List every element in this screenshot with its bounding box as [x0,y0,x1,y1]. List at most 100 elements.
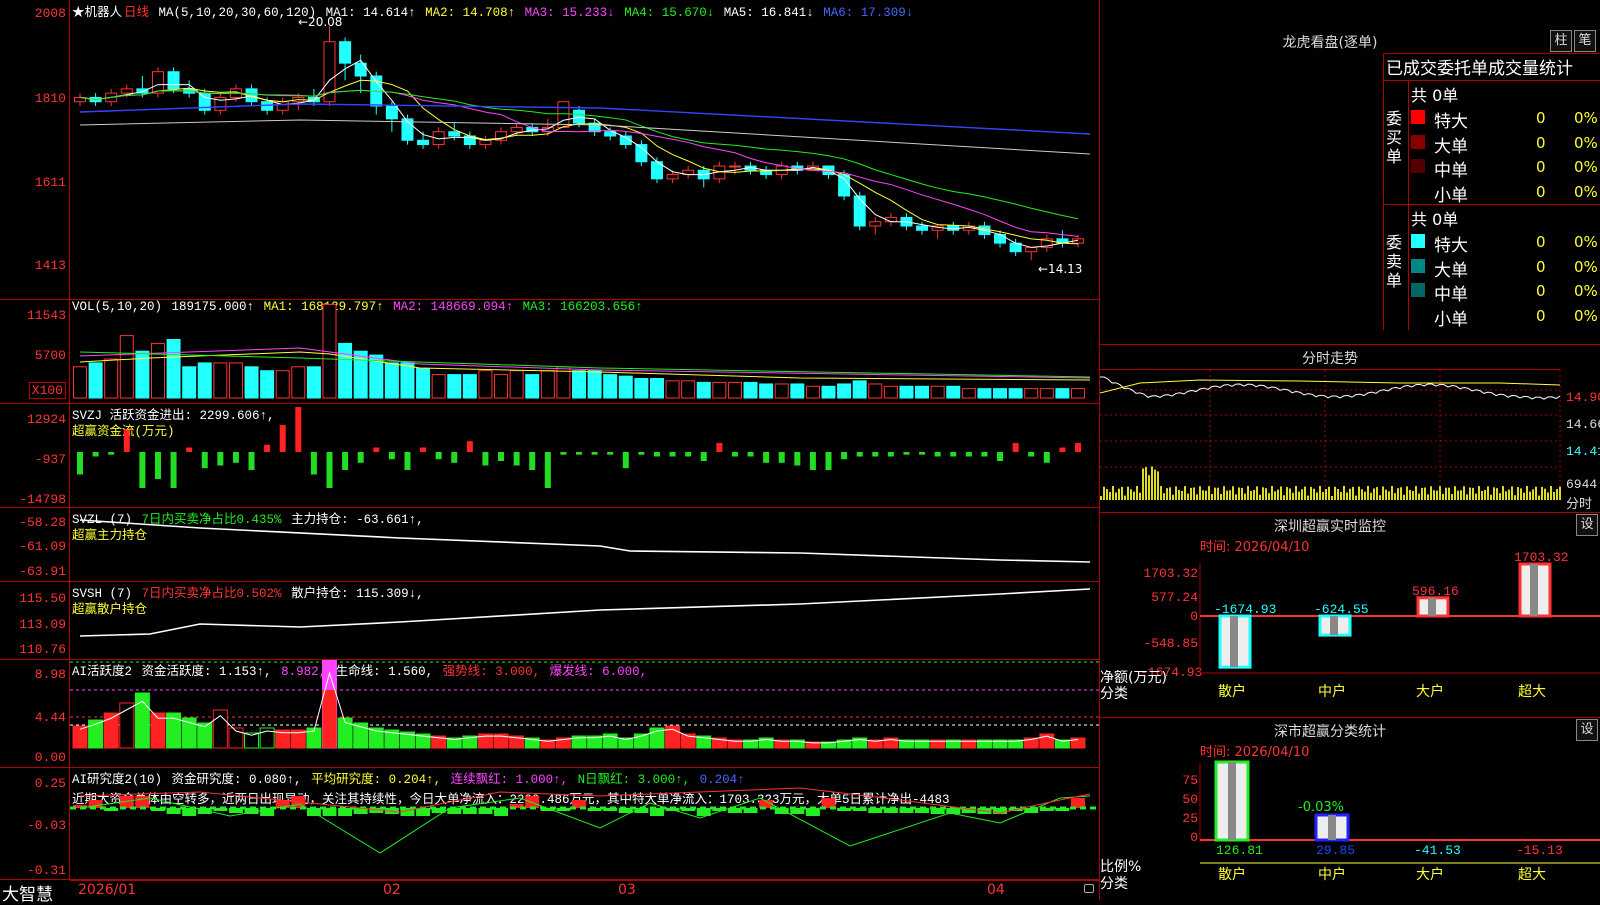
kline-chart[interactable] [0,0,1100,300]
flow-bar [841,452,848,460]
kline-panel[interactable]: 2008 1810 1611 1413 ★机器人 日线 MA(5,10,20,30… [0,0,1100,300]
brand-logo[interactable]: 大智慧 [2,880,53,905]
intraday-vol-bar [1268,493,1270,500]
volume-chart[interactable] [0,300,1100,404]
volume-bar [649,378,664,399]
volume-bar [1071,388,1085,399]
intraday-vol-bar [1337,488,1339,500]
right-panel: 龙虎看盘(逐单) 柱 笔 已成交委托单成交量统计 委买单 共 0单 特大 0 0% 大… [1100,0,1600,900]
svzl-line [79,519,1091,563]
sc-stat-section[interactable]: 深市超赢分类统计 设 时间: 2026/04/10 75 50 25 0 比例%… [1100,718,1600,900]
volume-bar [603,374,618,399]
flow-bar [77,452,83,475]
buy-row-count: 0 [1536,109,1546,127]
sell-row-count: 0 [1536,306,1546,325]
intraday-vol-bar [1367,486,1369,500]
intraday-vol-bar [1118,488,1120,500]
volume-bar [244,366,259,399]
flow-bar [139,452,146,488]
intraday-vol-bar [1421,487,1423,500]
flow-bar [482,452,489,466]
intraday-vol-bar [1514,495,1516,500]
flow-bar [731,452,738,457]
intraday-vol-bar [1436,490,1438,500]
svzj-chart[interactable] [0,404,1100,508]
volume-bar [821,385,836,399]
svsh-chart[interactable] [0,582,1100,660]
sell-row-pct: 0% [1574,282,1598,300]
intraday-vol-bar [1304,486,1306,500]
intraday-vol-bar [1115,492,1117,500]
buy-row-name: 中单 [1434,161,1468,181]
volume-bar [743,381,758,399]
intraday-vol-bar [1163,493,1165,500]
sell-side-label: 委卖单 [1386,233,1403,290]
sc-bar-chart[interactable]: 126.81 散户 29.85 中户 -41.53 大户 -15.13 超大 [1100,718,1600,900]
sz-bar-chart[interactable]: -1674.93 散户 -624.55 中户 596.16 大户 1703.32 超大 [1100,513,1600,718]
sz-monitor-section[interactable]: 深圳超赢实时监控 设 时间: 2026/04/10 1703.32 577.24… [1100,513,1600,718]
ai-activity-chart[interactable] [0,660,1100,768]
bar-mode-button[interactable]: 柱 [1550,30,1572,52]
candle-body [1025,246,1038,253]
volume-bar [977,388,992,399]
intraday-vol-bar [1355,495,1357,500]
sell-row-pct: 0% [1574,233,1598,251]
intraday-vol-bar [1172,494,1174,500]
intraday-vol-bar [1160,486,1162,500]
lock-icon[interactable] [1084,884,1094,893]
flow-bar [529,452,536,470]
intraday-vol-bar [1265,488,1267,500]
intraday-vol-bar [1280,486,1282,500]
ai-research-chart[interactable] [0,768,1100,880]
volume-bar [618,375,633,399]
intraday-vol-bar [1154,469,1156,500]
intraday-section[interactable]: 分时走势 14.90 14.66 14.41 6944 分时 [1100,345,1600,513]
volume-bar [213,362,228,399]
buy-row-name: 小单 [1434,185,1468,206]
volume-bar [634,378,649,399]
intraday-vol-bar [1358,486,1360,500]
volume-bar [946,385,961,399]
flow-bar [326,452,333,488]
svzj-panel[interactable]: 12924 -937 -14798 SVZJ 活跃资金进出: 2299.606↑… [0,404,1100,508]
volume-panel[interactable]: 11543 5700 X100 VOL(5,10,20) 189175.000↑… [0,300,1100,404]
volume-bar [993,388,1008,399]
sz-bar-shade [1428,597,1436,616]
intraday-vol-bar [1418,493,1420,500]
intraday-vol-bar [1241,487,1243,500]
x-label-feb: 02 [383,882,401,898]
flow-bar [560,452,567,455]
left-chart-area[interactable]: 2008 1810 1611 1413 ★机器人 日线 MA(5,10,20,30… [0,0,1100,905]
sc-category: 中户 [1318,866,1346,883]
svsh-panel[interactable]: 115.50 113.09 110.76 SVSH (7) 7日内买卖净占比0.… [0,582,1100,660]
intraday-vol-bar [1202,490,1204,500]
intraday-vol-bar [1517,487,1519,500]
intraday-vol-bar [1340,492,1342,500]
flow-bar [1059,447,1066,452]
intraday-chart[interactable] [1100,345,1600,513]
intraday-vol-bar [1523,492,1525,500]
intraday-vol-bar [1502,486,1504,500]
sz-category: 中户 [1318,683,1346,700]
intraday-vol-bar [1142,468,1144,500]
ai-research-panel[interactable]: 0.25 -0.03 -0.31 AI研究度2(10) 资金研究度: 0.080… [0,768,1100,880]
volume-bar [681,380,696,399]
flow-bar [622,452,629,469]
flow-bar [310,452,317,475]
svzl-chart[interactable] [0,508,1100,582]
volume-bar [868,383,883,399]
intraday-vol-bar [1547,492,1549,500]
pen-mode-button[interactable]: 笔 [1574,30,1596,52]
buy-row-pct: 0% [1574,158,1598,176]
sell-row-count: 0 [1536,282,1546,300]
flow-bar [232,452,239,463]
intraday-vol-bar [1307,495,1309,500]
ai-activity-panel[interactable]: 8.98 4.44 0.00 AI活跃度2 资金活跃度: 1.153↑, 8.9… [0,660,1100,768]
intraday-vol-bar [1259,494,1261,500]
svzl-panel[interactable]: -58.28 -61.09 -63.91 SVZL (7) 7日内买卖净占比0.… [0,508,1100,582]
buy-row-count: 0 [1536,133,1546,152]
buy-row-pct: 0% [1574,182,1598,201]
intraday-vol-bar [1343,486,1345,500]
flow-bar [934,452,941,457]
intraday-vol-bar [1211,493,1213,500]
